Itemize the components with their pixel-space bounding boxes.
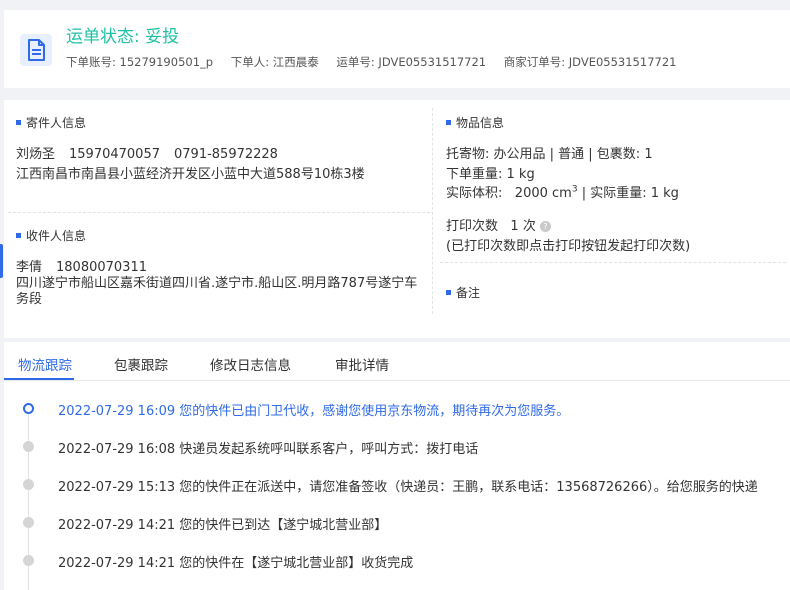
timeline-text: 2022-07-29 14:21 您的快件在【遂宁城北营业部】收货完成 (58, 556, 414, 571)
timeline-text: 2022-07-29 14:21 您的快件已到达【遂宁城北营业部】 (58, 518, 388, 533)
side-handle[interactable] (0, 244, 3, 278)
sender-address: 江西南昌市南昌县小蓝经济开发区小蓝中大道588号10栋3楼 (16, 167, 365, 182)
tab-logistics-tracking[interactable]: 物流跟踪 (18, 354, 72, 374)
print-count-note: (已打印次数即点击打印按钮发起打印次数) (446, 239, 691, 254)
volume-weight-row: 实际体积: 2000 cm3 | 实际重量: 1 kg (446, 182, 679, 201)
divider (440, 262, 786, 263)
receiver-contact: 李倩 18080070311 (16, 256, 147, 275)
receiver-mobile: 18080070311 (56, 260, 147, 275)
volume-label: 实际体积: (446, 186, 503, 201)
timeline-dot (23, 555, 34, 566)
waybill-header: 运单状态: 妥投 下单账号: 15279190501_p 下单人: 江西晨泰 运… (4, 10, 790, 88)
waybill-status-title: 运单状态: 妥投 (66, 27, 180, 47)
active-tab-indicator (4, 378, 74, 380)
document-icon (20, 34, 52, 66)
print-count-label: 打印次数 (446, 219, 499, 234)
timeline-dot (23, 479, 34, 490)
sender-name: 刘炀圣 (16, 147, 56, 162)
sender-contact: 刘炀圣 15970470057 0791-85972228 (16, 143, 278, 162)
goods-section-title: 物品信息 (446, 114, 504, 131)
print-count-row: 打印次数 1 次? (446, 215, 551, 234)
timeline-dot (23, 441, 34, 452)
waybill-number: 运单号: JDVE05531517721 (336, 55, 487, 69)
order-account: 下单账号: 15279190501_p (66, 55, 214, 69)
merchant-order-number: 商家订单号: JDVE05531517721 (503, 55, 677, 69)
sender-mobile: 15970470057 (69, 147, 160, 162)
remark-section-title: 备注 (446, 284, 480, 301)
volume-unit-exponent: 3 (571, 184, 578, 195)
order-weight: 下单重量: 1 kg (446, 167, 535, 182)
sender-phone: 0791-85972228 (174, 147, 278, 162)
tab-bar: 物流跟踪 包裹跟踪 修改日志信息 审批详情 (4, 342, 790, 381)
timeline-dot-active (23, 403, 34, 414)
info-panel: 寄件人信息 刘炀圣 15970470057 0791-85972228 江西南昌市南… (4, 100, 790, 338)
timeline-text: 2022-07-29 15:13 您的快件正在派送中，请您准备签收（快递员：王鹏… (58, 480, 758, 495)
receiver-section-title: 收件人信息 (16, 227, 86, 244)
timeline-item: 2022-07-29 16:08 快递员发起系统呼叫联系客户，呼叫方式：拨打电话 (4, 437, 790, 457)
tracking-panel: 物流跟踪 包裹跟踪 修改日志信息 审批详情 2022-07-29 16:09 您… (4, 342, 790, 590)
receiver-address: 四川遂宁市船山区嘉禾街道四川省.遂宁市.船山区.明月路787号遂宁车务段 (16, 276, 418, 307)
timeline-text: 2022-07-29 16:08 快递员发起系统呼叫联系客户，呼叫方式：拨打电话 (58, 442, 479, 457)
sender-section-title: 寄件人信息 (16, 114, 86, 131)
tab-approval-details[interactable]: 审批详情 (335, 354, 389, 374)
timeline-dot (23, 517, 34, 528)
timeline-item: 2022-07-29 15:13 您的快件正在派送中，请您准备签收（快递员：王鹏… (4, 475, 790, 495)
question-circle-icon[interactable]: ? (539, 221, 551, 232)
tab-modify-log[interactable]: 修改日志信息 (210, 354, 291, 374)
volume-value: 2000 cm (514, 186, 572, 201)
divider (8, 212, 430, 213)
goods-summary: 托寄物: 办公用品 | 普通 | 包裹数: 1 (446, 147, 653, 162)
receiver-name: 李倩 (16, 260, 43, 275)
timeline-item: 2022-07-29 16:09 您的快件已由门卫代收，感谢您使用京东物流，期待… (4, 399, 790, 419)
print-count-value: 1 次 (510, 219, 536, 234)
actual-weight: | 实际重量: 1 kg (581, 186, 679, 201)
tab-package-tracking[interactable]: 包裹跟踪 (114, 354, 168, 374)
timeline-item: 2022-07-29 14:21 您的快件已到达【遂宁城北营业部】 (4, 513, 790, 533)
timeline-item: 2022-07-29 14:21 您的快件在【遂宁城北营业部】收货完成 (4, 551, 790, 571)
column-divider (432, 108, 433, 314)
waybill-meta-row: 下单账号: 15279190501_p 下单人: 江西晨泰 运单号: JDVE0… (66, 54, 690, 70)
order-person: 下单人: 江西晨泰 (230, 55, 319, 69)
timeline-text: 2022-07-29 16:09 您的快件已由门卫代收，感谢您使用京东物流，期待… (58, 404, 570, 419)
